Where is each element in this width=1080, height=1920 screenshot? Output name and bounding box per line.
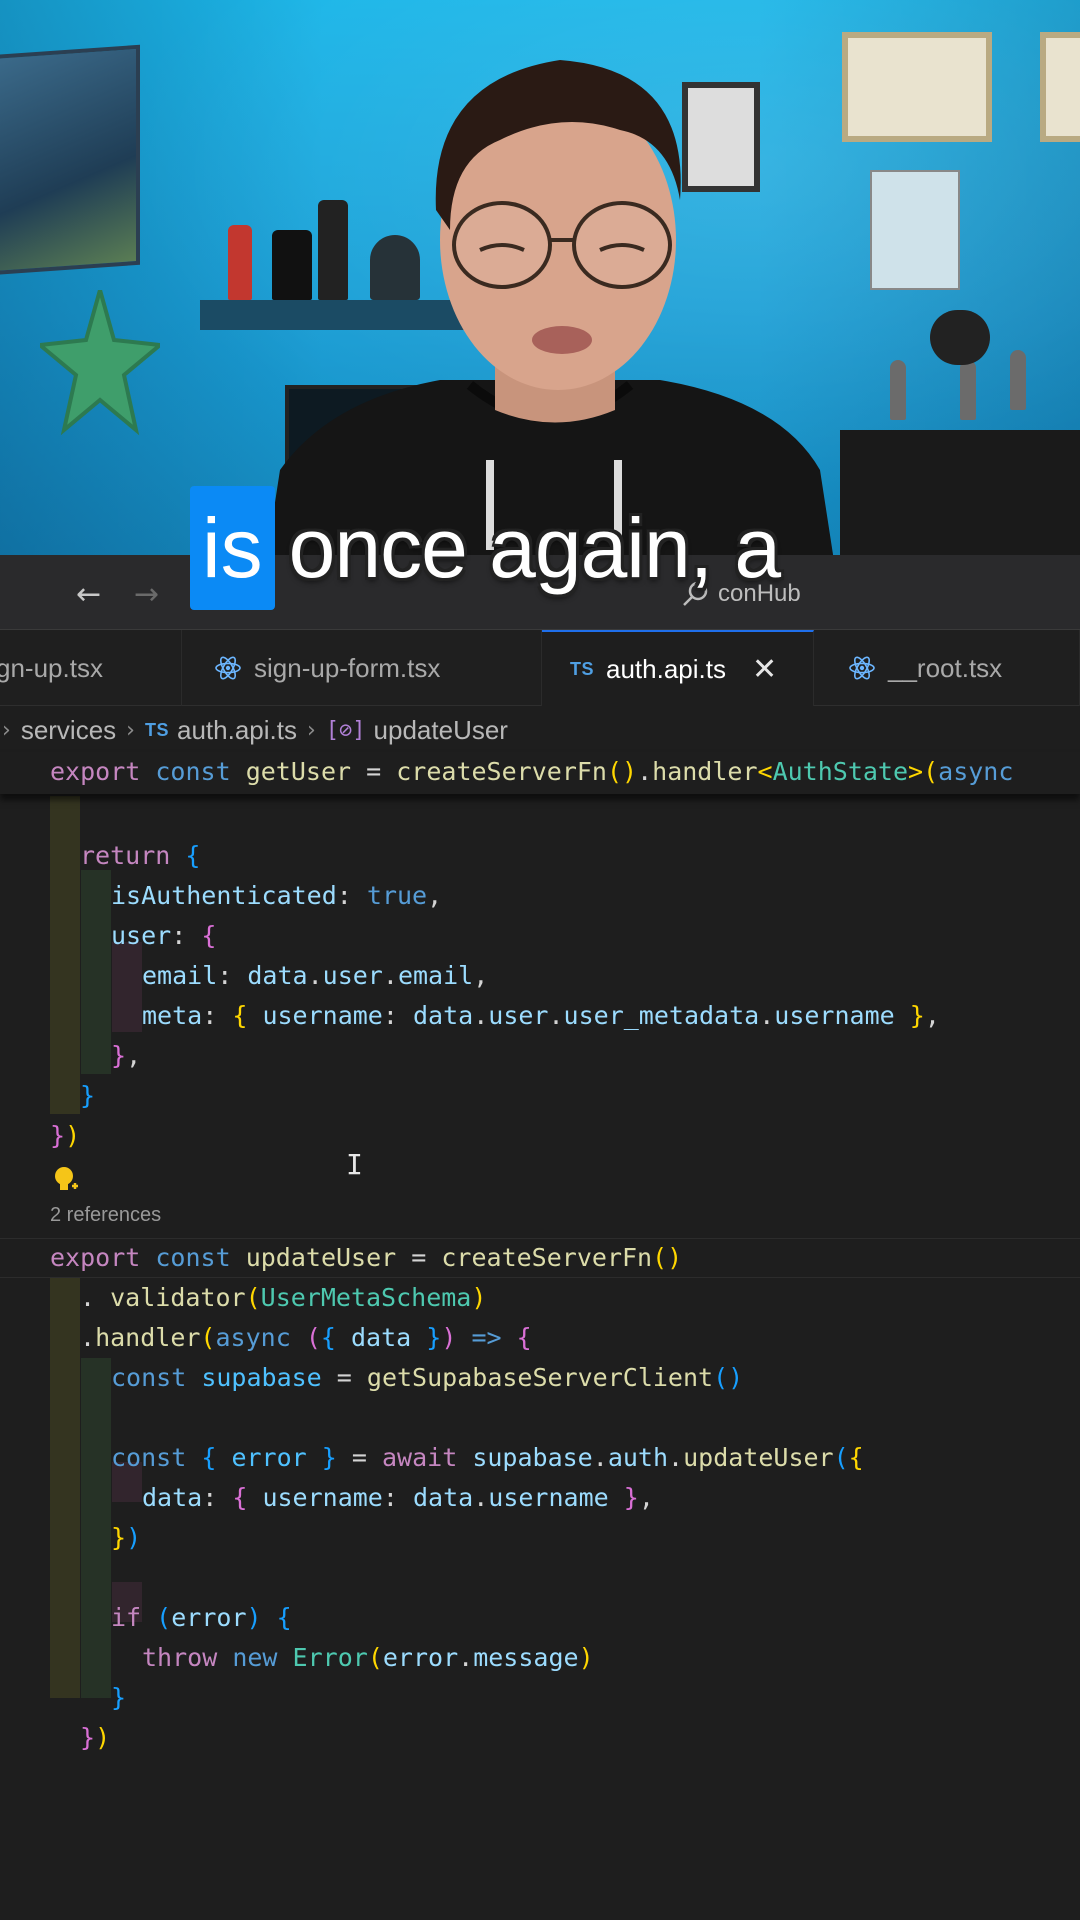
trophy — [890, 360, 906, 420]
code-line: data: { username: data.username }, — [142, 1483, 654, 1512]
tab-root[interactable]: __root.tsx — [814, 630, 1080, 706]
figurine — [930, 310, 990, 365]
code-line: export const getUser = createServerFn().… — [50, 757, 1014, 786]
typescript-icon: TS — [570, 658, 595, 679]
green-star-decoration — [40, 290, 160, 436]
webcam-video — [0, 0, 1080, 560]
code-line: isAuthenticated: true, — [111, 881, 443, 910]
chevron-right-icon: › — [306, 717, 316, 743]
code-line: . validator(UserMetaSchema) — [80, 1283, 487, 1312]
back-arrow-icon[interactable]: ← — [76, 577, 101, 612]
breadcrumb-folder[interactable]: services — [21, 715, 116, 746]
react-icon — [214, 654, 242, 682]
tab-label: gn-up.tsx — [0, 652, 103, 683]
code-line: email: data.user.email, — [142, 961, 489, 990]
breadcrumb: › services › TS auth.api.ts › [⊘] update… — [0, 708, 1080, 752]
certificate-frame — [842, 32, 992, 142]
editor-tabs: gn-up.tsx sign-up-form.tsx TS auth.api.t… — [0, 630, 1080, 706]
code-line: } — [80, 1081, 96, 1110]
breadcrumb-symbol[interactable]: [⊘] updateUser — [326, 715, 508, 746]
sketch-poster — [870, 170, 960, 290]
tab-sign-up[interactable]: gn-up.tsx — [0, 630, 182, 706]
code-line: .handler(async ({ data }) => { — [80, 1323, 532, 1352]
breadcrumb-file[interactable]: TS auth.api.ts — [145, 715, 297, 746]
lightbulb-icon[interactable] — [52, 1164, 82, 1194]
react-icon — [848, 654, 876, 682]
breadcrumb-symbol-label: updateUser — [373, 714, 508, 745]
code-line: }, — [111, 1041, 142, 1070]
text-cursor-icon: I — [346, 1148, 363, 1181]
code-line: return { — [80, 841, 201, 870]
typescript-icon: TS — [144, 719, 169, 740]
code-editor[interactable]: export const getUser = createServerFn().… — [0, 752, 1080, 1920]
tab-label: sign-up-form.tsx — [254, 652, 441, 683]
code-line: user: { — [111, 921, 217, 950]
codelens-references[interactable]: 2 references — [50, 1204, 161, 1227]
presenter — [266, 60, 834, 560]
code-line: }) — [50, 1121, 81, 1150]
tab-auth-api[interactable]: TS auth.api.ts ✕ — [542, 630, 814, 706]
code-line: if (error) { — [111, 1603, 292, 1632]
tab-label: auth.api.ts — [606, 653, 726, 684]
breadcrumb-file-label: auth.api.ts — [177, 714, 297, 745]
caption-highlight-word: is — [190, 486, 275, 610]
trophy — [960, 360, 976, 420]
trophy — [1010, 350, 1026, 410]
code-line: throw new Error(error.message) — [142, 1643, 594, 1672]
close-icon[interactable]: ✕ — [752, 652, 777, 687]
code-line: }) — [111, 1523, 142, 1552]
chevron-right-icon: › — [126, 717, 135, 743]
code-line: }) — [80, 1723, 111, 1752]
code-line: meta: { username: data.user.user_metadat… — [142, 1001, 940, 1030]
wall-painting — [0, 44, 140, 276]
sticky-scroll-header[interactable]: export const getUser = createServerFn().… — [0, 752, 1080, 794]
code-line: export const updateUser = createServerFn… — [50, 1243, 683, 1272]
desk — [840, 430, 1080, 560]
video-caption: is once again, a — [190, 486, 781, 610]
code-line: const { error } = await supabase.auth.up… — [111, 1443, 864, 1472]
tab-label: __root.tsx — [888, 652, 1003, 683]
chevron-right-icon: › — [2, 717, 11, 743]
caption-text: once again, a — [288, 500, 781, 595]
code-line: } — [111, 1683, 127, 1712]
code-line: const supabase = getSupabaseServerClient… — [111, 1363, 744, 1392]
symbol-variable-icon: [⊘] — [325, 717, 366, 743]
certificate-frame — [1040, 32, 1080, 142]
tab-sign-up-form[interactable]: sign-up-form.tsx — [182, 630, 542, 706]
forward-arrow-icon[interactable]: → — [134, 577, 159, 612]
